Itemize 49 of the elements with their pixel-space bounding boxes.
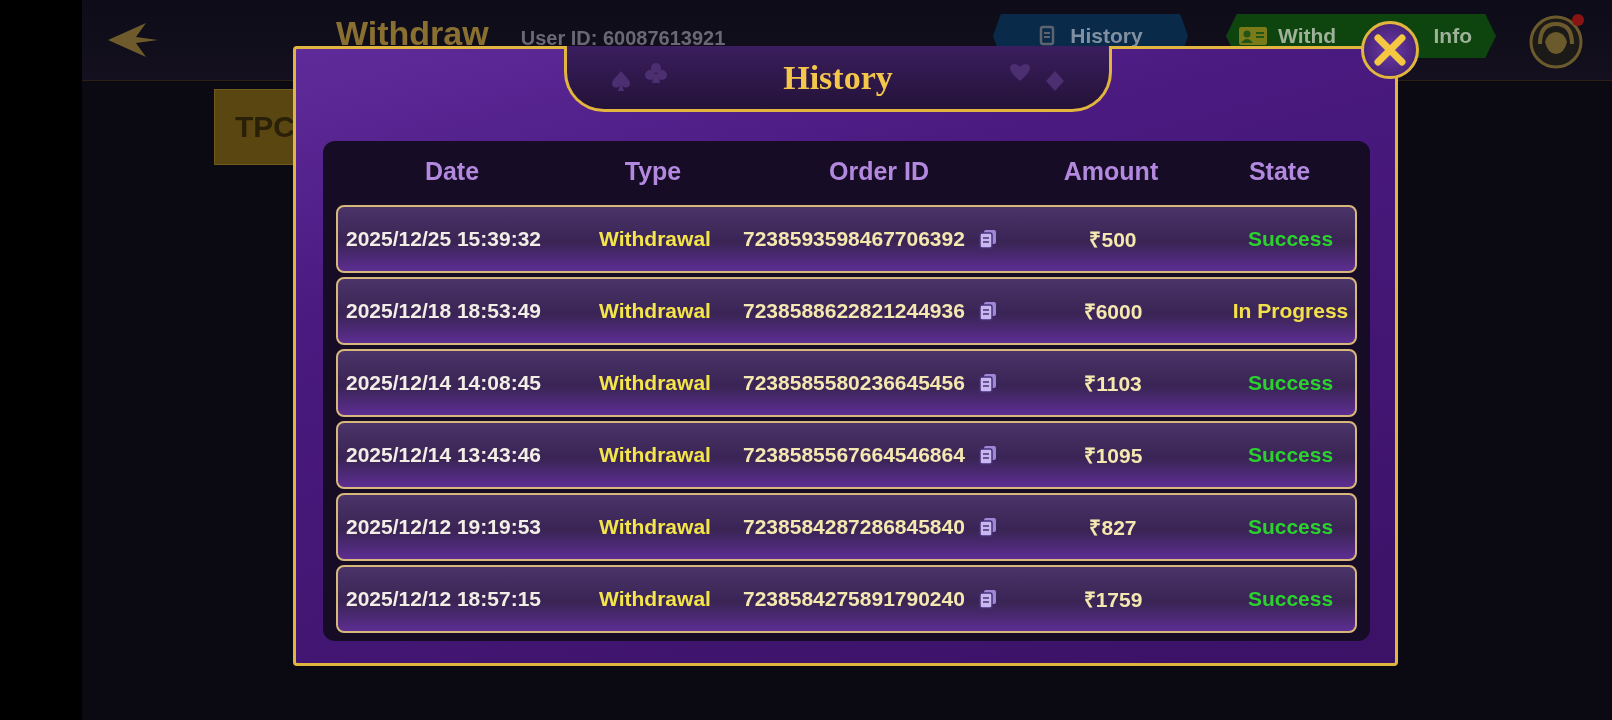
amount-cell-text: ₹1759 <box>1082 587 1144 613</box>
club-icon <box>645 62 667 84</box>
order-id-cell: 7238593598467706392 <box>743 227 965 251</box>
spade-icon <box>611 70 631 92</box>
type-cell-text: Withdrawal <box>598 371 712 395</box>
copy-icon[interactable] <box>978 373 997 393</box>
order-id-cell: 7238584287286845840 <box>743 515 965 539</box>
column-header: Date <box>423 156 481 186</box>
state-cell-text: Success <box>1246 227 1335 251</box>
type-cell-text: Withdrawal <box>598 443 712 467</box>
state-cell-text: Success <box>1246 515 1335 539</box>
amount-cell-text: ₹1095 <box>1082 443 1144 469</box>
id-card-icon <box>1238 25 1268 47</box>
column-header: State <box>1247 156 1312 186</box>
order-id-cell: 7238585580236645456 <box>743 371 965 395</box>
state-cell-text: Success <box>1246 443 1335 467</box>
column-header: Type <box>623 156 683 186</box>
page-title: Withdraw <box>336 13 489 53</box>
copy-icon[interactable] <box>978 445 997 465</box>
copy-icon[interactable] <box>978 229 997 249</box>
order-id-cell: 7238585567664546864 <box>743 443 965 467</box>
column-header: Amount <box>1062 156 1160 186</box>
amount-cell-text: ₹500 <box>1088 227 1138 253</box>
date-cell-text: 2025/12/25 15:39:32 <box>345 227 542 251</box>
state-cell-text: Success <box>1246 371 1335 395</box>
date-cell-text: 2025/12/14 13:43:46 <box>345 443 542 467</box>
date-cell-text: 2025/12/12 19:19:53 <box>345 515 542 539</box>
diamond-icon <box>1045 70 1065 92</box>
amount-cell-text: ₹6000 <box>1082 299 1144 325</box>
column-header: Order ID <box>828 156 930 186</box>
date-cell-text: 2025/12/18 18:53:49 <box>345 299 542 323</box>
copy-icon[interactable] <box>978 517 997 537</box>
date-cell-text: 2025/12/12 18:57:15 <box>345 587 542 611</box>
type-cell-text: Withdrawal <box>598 299 712 323</box>
state-cell-text: Success <box>1246 587 1335 611</box>
type-cell-text: Withdrawal <box>598 515 712 539</box>
type-cell-text: Withdrawal <box>598 587 712 611</box>
dialog-title: History <box>783 58 893 97</box>
amount-cell-text: ₹1103 <box>1083 371 1143 397</box>
order-id-cell: 7238588622821244936 <box>743 299 965 323</box>
date-cell-text: 2025/12/14 14:08:45 <box>345 371 542 395</box>
user-id-label: User ID: 60087613921 <box>520 26 726 50</box>
heart-icon <box>1009 62 1031 82</box>
order-id-cell: 7238584275891790240 <box>743 587 965 611</box>
copy-icon[interactable] <box>978 301 997 321</box>
state-cell-text: In Progress <box>1231 299 1350 323</box>
copy-icon[interactable] <box>978 589 997 609</box>
type-cell-text: Withdrawal <box>598 227 712 251</box>
amount-cell-text: ₹827 <box>1088 515 1138 541</box>
